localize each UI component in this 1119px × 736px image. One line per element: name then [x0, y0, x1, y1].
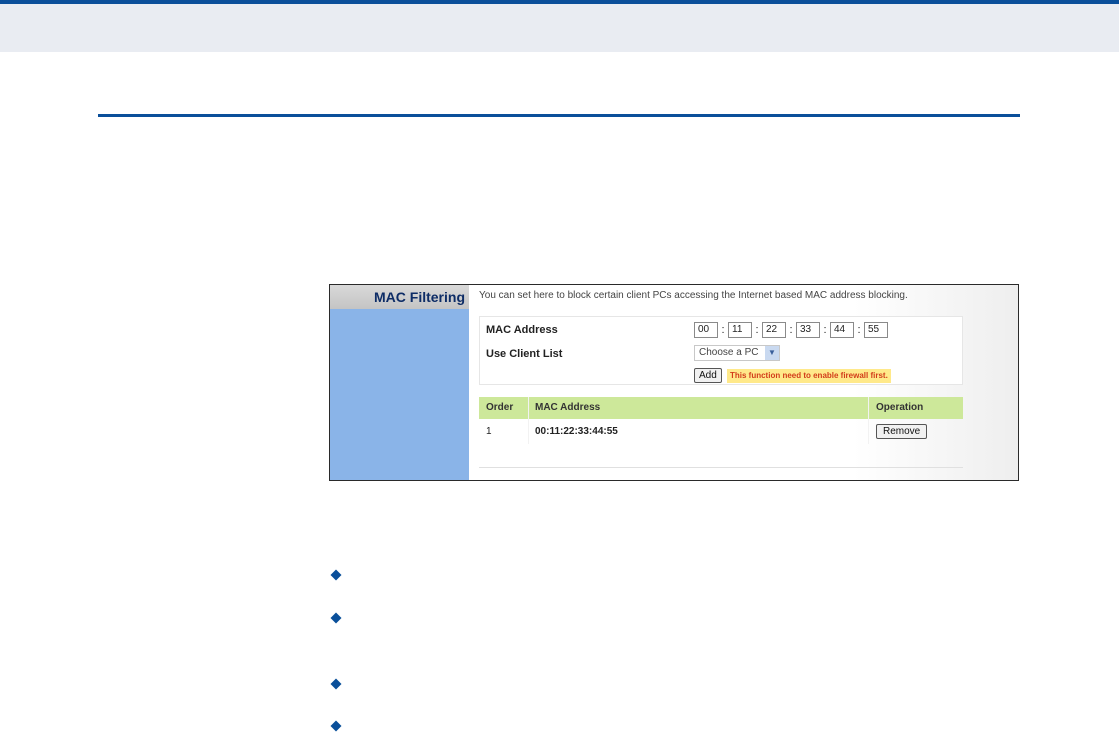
- mac-octet-4[interactable]: 33: [796, 322, 820, 338]
- firewall-warning: This function need to enable firewall fi…: [727, 369, 891, 383]
- mac-address-inputs: 00 : 11 : 22 : 33 : 44 : 55: [694, 322, 888, 338]
- page-description: You can set here to block certain client…: [479, 290, 908, 301]
- mac-octet-1[interactable]: 00: [694, 322, 718, 338]
- main-panel: You can set here to block certain client…: [469, 285, 1018, 480]
- mac-filter-table: Order MAC Address Operation 1 00:11:22:3…: [479, 397, 963, 468]
- diamond-bullet-icon: [330, 612, 342, 624]
- mac-octet-6[interactable]: 55: [864, 322, 888, 338]
- col-mac-header: MAC Address: [535, 402, 601, 413]
- colon-separator: :: [721, 324, 725, 336]
- side-panel-title: MAC Filtering: [330, 285, 469, 309]
- col-order-header: Order: [486, 402, 514, 413]
- remove-button[interactable]: Remove: [876, 424, 928, 439]
- side-panel: MAC Filtering: [330, 285, 469, 480]
- table-row: 1 00:11:22:33:44:55 Remove: [479, 419, 963, 444]
- diamond-bullet-icon: [330, 569, 342, 581]
- mac-filtering-screenshot: MAC Filtering You can set here to block …: [329, 284, 1019, 481]
- add-button[interactable]: Add: [694, 368, 722, 383]
- chevron-down-icon[interactable]: ▼: [765, 346, 779, 360]
- page-header-band: [0, 0, 1119, 52]
- colon-separator: :: [755, 324, 759, 336]
- mac-form: MAC Address 00 : 11 : 22 : 33 : 44 : 55 …: [479, 316, 963, 385]
- row-mac-address: 00:11:22:33:44:55: [535, 426, 618, 437]
- client-list-label: Use Client List: [486, 348, 563, 360]
- diamond-bullet-icon: [330, 678, 342, 690]
- client-select-value: Choose a PC: [699, 347, 759, 358]
- colon-separator: :: [789, 324, 793, 336]
- mac-octet-5[interactable]: 44: [830, 322, 854, 338]
- diamond-bullet-icon: [330, 720, 342, 732]
- mac-address-label: MAC Address: [486, 324, 558, 336]
- colon-separator: :: [857, 324, 861, 336]
- mac-octet-3[interactable]: 22: [762, 322, 786, 338]
- client-list-select[interactable]: Choose a PC ▼: [694, 345, 780, 361]
- row-order: 1: [486, 426, 492, 437]
- section-divider: [98, 114, 1020, 117]
- col-operation-header: Operation: [876, 402, 924, 413]
- table-header: Order MAC Address Operation: [479, 397, 963, 419]
- mac-octet-2[interactable]: 11: [728, 322, 752, 338]
- colon-separator: :: [823, 324, 827, 336]
